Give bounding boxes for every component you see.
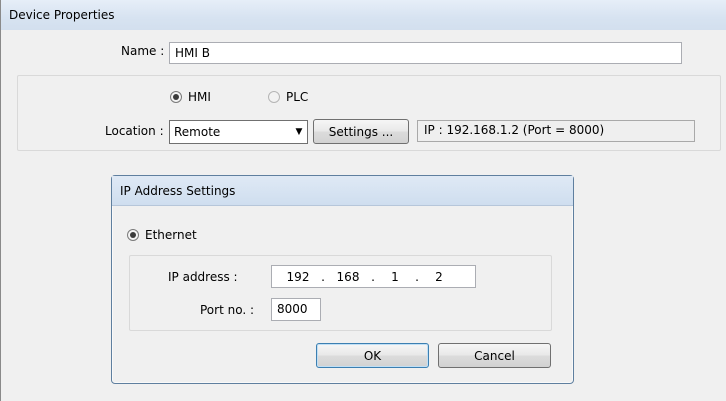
ip-info-field: IP : 192.168.1.2 (Port = 8000)	[417, 120, 695, 142]
ip-octet-1: 192	[286, 269, 310, 284]
location-label: Location :	[105, 124, 164, 138]
ip-octet-3: 1	[391, 269, 399, 284]
port-input[interactable]: 8000	[271, 298, 321, 321]
ip-address-dialog: IP Address Settings Ethernet IP address …	[111, 175, 574, 384]
ip-dot: .	[321, 269, 325, 284]
ip-address-input[interactable]: 192 . 168 . 1 . 2	[271, 265, 476, 288]
location-select[interactable]: Remote ▼	[169, 120, 308, 144]
radio-hmi-indicator	[170, 91, 182, 103]
dialog-title: IP Address Settings	[120, 184, 236, 198]
radio-plc-indicator	[268, 91, 280, 103]
ok-button[interactable]: OK	[316, 343, 429, 368]
radio-plc-label: PLC	[286, 90, 309, 104]
ip-address-label: IP address :	[168, 270, 238, 284]
ip-octet-2: 168	[336, 269, 360, 284]
location-select-value: Remote	[174, 125, 221, 139]
radio-hmi[interactable]: HMI	[170, 90, 211, 104]
radio-ethernet-indicator	[127, 229, 139, 241]
window-body: Name : HMI B HMI PLC Location : Remote ▼…	[1, 30, 726, 401]
chevron-down-icon: ▼	[295, 127, 303, 137]
radio-ethernet-label: Ethernet	[145, 228, 197, 242]
settings-button[interactable]: Settings ...	[313, 119, 409, 144]
ip-dot: .	[371, 269, 375, 284]
device-properties-window: Device Properties Name : HMI B HMI PLC L…	[0, 0, 726, 401]
radio-plc[interactable]: PLC	[268, 90, 308, 104]
port-label: Port no. :	[200, 303, 255, 317]
radio-ethernet[interactable]: Ethernet	[127, 228, 197, 242]
window-title: Device Properties	[9, 8, 115, 22]
radio-hmi-label: HMI	[188, 90, 211, 104]
cancel-button[interactable]: Cancel	[438, 343, 551, 368]
ip-dot: .	[415, 269, 419, 284]
name-label: Name :	[121, 44, 165, 58]
ip-octet-4: 2	[435, 269, 443, 284]
name-input[interactable]: HMI B	[169, 42, 682, 64]
dialog-title-bar: IP Address Settings	[112, 176, 573, 206]
